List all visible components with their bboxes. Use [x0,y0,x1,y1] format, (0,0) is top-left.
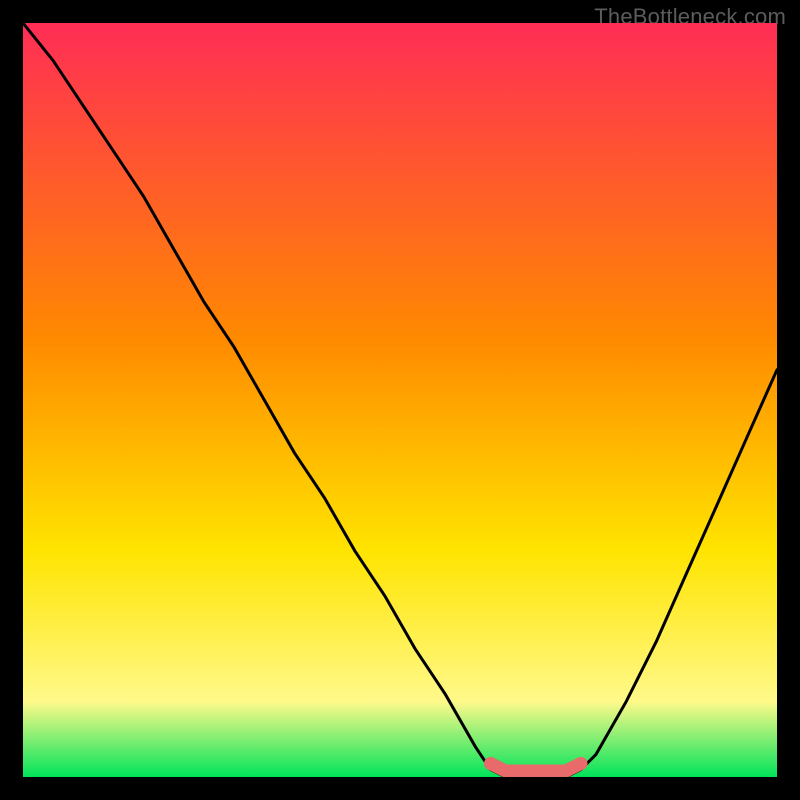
optimal-marker [491,764,582,772]
bottleneck-chart [23,23,777,777]
plot-frame [23,23,777,777]
gradient-background [23,23,777,777]
